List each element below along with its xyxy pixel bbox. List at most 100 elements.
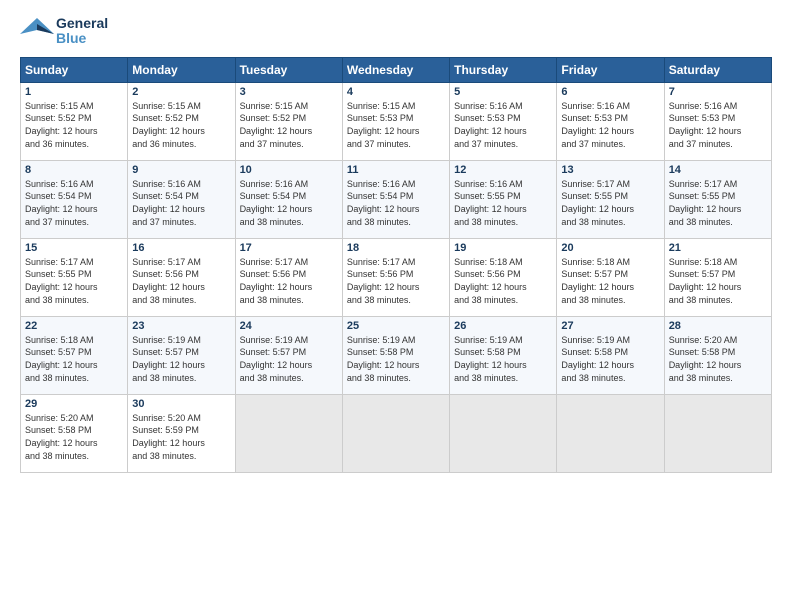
calendar-cell: 30 Sunrise: 5:20 AM Sunset: 5:59 PM Dayli… [128, 394, 235, 472]
calendar-table: SundayMondayTuesdayWednesdayThursdayFrid… [20, 57, 772, 473]
day-info: Sunrise: 5:18 AM Sunset: 5:57 PM Dayligh… [561, 256, 659, 306]
day-info: Sunrise: 5:16 AM Sunset: 5:53 PM Dayligh… [454, 100, 552, 150]
calendar-cell: 28 Sunrise: 5:20 AM Sunset: 5:58 PM Dayli… [664, 316, 771, 394]
day-info: Sunrise: 5:16 AM Sunset: 5:53 PM Dayligh… [669, 100, 767, 150]
day-number: 28 [669, 320, 767, 332]
calendar-week-3: 15 Sunrise: 5:17 AM Sunset: 5:55 PM Dayli… [21, 238, 772, 316]
day-number: 10 [240, 164, 338, 176]
calendar-week-4: 22 Sunrise: 5:18 AM Sunset: 5:57 PM Dayli… [21, 316, 772, 394]
weekday-header-thursday: Thursday [450, 57, 557, 82]
calendar-cell: 18 Sunrise: 5:17 AM Sunset: 5:56 PM Dayli… [342, 238, 449, 316]
day-number: 14 [669, 164, 767, 176]
calendar-cell: 3 Sunrise: 5:15 AM Sunset: 5:52 PM Daylig… [235, 82, 342, 160]
calendar-cell: 12Sunrise: 5:16 AM Sunset: 5:55 PM Dayli… [450, 160, 557, 238]
day-number: 20 [561, 242, 659, 254]
calendar-cell [450, 394, 557, 472]
day-info: Sunrise: 5:19 AM Sunset: 5:58 PM Dayligh… [347, 334, 445, 384]
calendar-cell [664, 394, 771, 472]
calendar-cell: 5Sunrise: 5:16 AM Sunset: 5:53 PM Daylig… [450, 82, 557, 160]
logo: General Blue [20, 16, 108, 47]
calendar-cell: 24Sunrise: 5:19 AM Sunset: 5:57 PM Dayli… [235, 316, 342, 394]
day-info: Sunrise: 5:16 AM Sunset: 5:53 PM Dayligh… [561, 100, 659, 150]
calendar-week-5: 29Sunrise: 5:20 AM Sunset: 5:58 PM Dayli… [21, 394, 772, 472]
calendar-header-row: SundayMondayTuesdayWednesdayThursdayFrid… [21, 57, 772, 82]
day-number: 23 [132, 320, 230, 332]
calendar-cell: 17 Sunrise: 5:17 AM Sunset: 5:56 PM Dayli… [235, 238, 342, 316]
day-number: 18 [347, 242, 445, 254]
day-info: Sunrise: 5:17 AM Sunset: 5:56 PM Dayligh… [347, 256, 445, 306]
day-number: 21 [669, 242, 767, 254]
day-number: 3 [240, 86, 338, 98]
day-number: 30 [132, 398, 230, 410]
day-info: Sunrise: 5:17 AM Sunset: 5:55 PM Dayligh… [669, 178, 767, 228]
day-number: 22 [25, 320, 123, 332]
day-info: Sunrise: 5:18 AM Sunset: 5:56 PM Dayligh… [454, 256, 552, 306]
day-info: Sunrise: 5:18 AM Sunset: 5:57 PM Dayligh… [25, 334, 123, 384]
day-number: 27 [561, 320, 659, 332]
day-info: Sunrise: 5:15 AM Sunset: 5:52 PM Dayligh… [132, 100, 230, 150]
day-info: Sunrise: 5:19 AM Sunset: 5:58 PM Dayligh… [561, 334, 659, 384]
weekday-header-friday: Friday [557, 57, 664, 82]
day-number: 12 [454, 164, 552, 176]
page: General Blue SundayMondayTuesdayWednesda… [0, 0, 792, 612]
day-info: Sunrise: 5:20 AM Sunset: 5:59 PM Dayligh… [132, 412, 230, 462]
calendar-cell: 16Sunrise: 5:17 AM Sunset: 5:56 PM Dayli… [128, 238, 235, 316]
header: General Blue [20, 16, 772, 47]
calendar-cell: 19 Sunrise: 5:18 AM Sunset: 5:56 PM Dayli… [450, 238, 557, 316]
calendar-cell [557, 394, 664, 472]
day-number: 26 [454, 320, 552, 332]
calendar-cell: 7 Sunrise: 5:16 AM Sunset: 5:53 PM Daylig… [664, 82, 771, 160]
day-number: 6 [561, 86, 659, 98]
calendar-week-2: 8Sunrise: 5:16 AM Sunset: 5:54 PM Daylig… [21, 160, 772, 238]
calendar-cell: 9Sunrise: 5:16 AM Sunset: 5:54 PM Daylig… [128, 160, 235, 238]
day-number: 13 [561, 164, 659, 176]
day-number: 7 [669, 86, 767, 98]
calendar-cell: 1 Sunrise: 5:15 AM Sunset: 5:52 PM Daylig… [21, 82, 128, 160]
day-info: Sunrise: 5:16 AM Sunset: 5:54 PM Dayligh… [240, 178, 338, 228]
weekday-header-wednesday: Wednesday [342, 57, 449, 82]
day-info: Sunrise: 5:17 AM Sunset: 5:55 PM Dayligh… [25, 256, 123, 306]
day-info: Sunrise: 5:18 AM Sunset: 5:57 PM Dayligh… [669, 256, 767, 306]
logo-blue: Blue [56, 31, 108, 46]
day-info: Sunrise: 5:17 AM Sunset: 5:56 PM Dayligh… [132, 256, 230, 306]
calendar-cell: 22 Sunrise: 5:18 AM Sunset: 5:57 PM Dayli… [21, 316, 128, 394]
day-number: 15 [25, 242, 123, 254]
calendar-cell: 21 Sunrise: 5:18 AM Sunset: 5:57 PM Dayli… [664, 238, 771, 316]
day-info: Sunrise: 5:20 AM Sunset: 5:58 PM Dayligh… [669, 334, 767, 384]
day-info: Sunrise: 5:17 AM Sunset: 5:56 PM Dayligh… [240, 256, 338, 306]
day-info: Sunrise: 5:19 AM Sunset: 5:57 PM Dayligh… [132, 334, 230, 384]
calendar-cell: 6 Sunrise: 5:16 AM Sunset: 5:53 PM Daylig… [557, 82, 664, 160]
logo-bird-icon [20, 16, 54, 46]
day-info: Sunrise: 5:19 AM Sunset: 5:57 PM Dayligh… [240, 334, 338, 384]
day-info: Sunrise: 5:16 AM Sunset: 5:54 PM Dayligh… [347, 178, 445, 228]
calendar-cell: 11 Sunrise: 5:16 AM Sunset: 5:54 PM Dayli… [342, 160, 449, 238]
day-number: 25 [347, 320, 445, 332]
calendar-week-1: 1 Sunrise: 5:15 AM Sunset: 5:52 PM Daylig… [21, 82, 772, 160]
calendar-cell [235, 394, 342, 472]
day-number: 4 [347, 86, 445, 98]
logo-general: General [56, 16, 108, 31]
weekday-header-tuesday: Tuesday [235, 57, 342, 82]
day-info: Sunrise: 5:16 AM Sunset: 5:54 PM Dayligh… [132, 178, 230, 228]
day-info: Sunrise: 5:20 AM Sunset: 5:58 PM Dayligh… [25, 412, 123, 462]
calendar-cell: 26Sunrise: 5:19 AM Sunset: 5:58 PM Dayli… [450, 316, 557, 394]
weekday-header-sunday: Sunday [21, 57, 128, 82]
calendar-cell: 14 Sunrise: 5:17 AM Sunset: 5:55 PM Dayli… [664, 160, 771, 238]
day-number: 17 [240, 242, 338, 254]
day-info: Sunrise: 5:16 AM Sunset: 5:54 PM Dayligh… [25, 178, 123, 228]
day-number: 1 [25, 86, 123, 98]
day-number: 11 [347, 164, 445, 176]
day-info: Sunrise: 5:15 AM Sunset: 5:52 PM Dayligh… [240, 100, 338, 150]
calendar-cell [342, 394, 449, 472]
calendar-cell: 4Sunrise: 5:15 AM Sunset: 5:53 PM Daylig… [342, 82, 449, 160]
weekday-header-monday: Monday [128, 57, 235, 82]
day-info: Sunrise: 5:15 AM Sunset: 5:52 PM Dayligh… [25, 100, 123, 150]
day-info: Sunrise: 5:17 AM Sunset: 5:55 PM Dayligh… [561, 178, 659, 228]
day-number: 2 [132, 86, 230, 98]
calendar-cell: 13 Sunrise: 5:17 AM Sunset: 5:55 PM Dayli… [557, 160, 664, 238]
calendar-cell: 29Sunrise: 5:20 AM Sunset: 5:58 PM Dayli… [21, 394, 128, 472]
calendar-cell: 27 Sunrise: 5:19 AM Sunset: 5:58 PM Dayli… [557, 316, 664, 394]
calendar-cell: 2 Sunrise: 5:15 AM Sunset: 5:52 PM Daylig… [128, 82, 235, 160]
day-number: 19 [454, 242, 552, 254]
calendar-cell: 15 Sunrise: 5:17 AM Sunset: 5:55 PM Dayli… [21, 238, 128, 316]
